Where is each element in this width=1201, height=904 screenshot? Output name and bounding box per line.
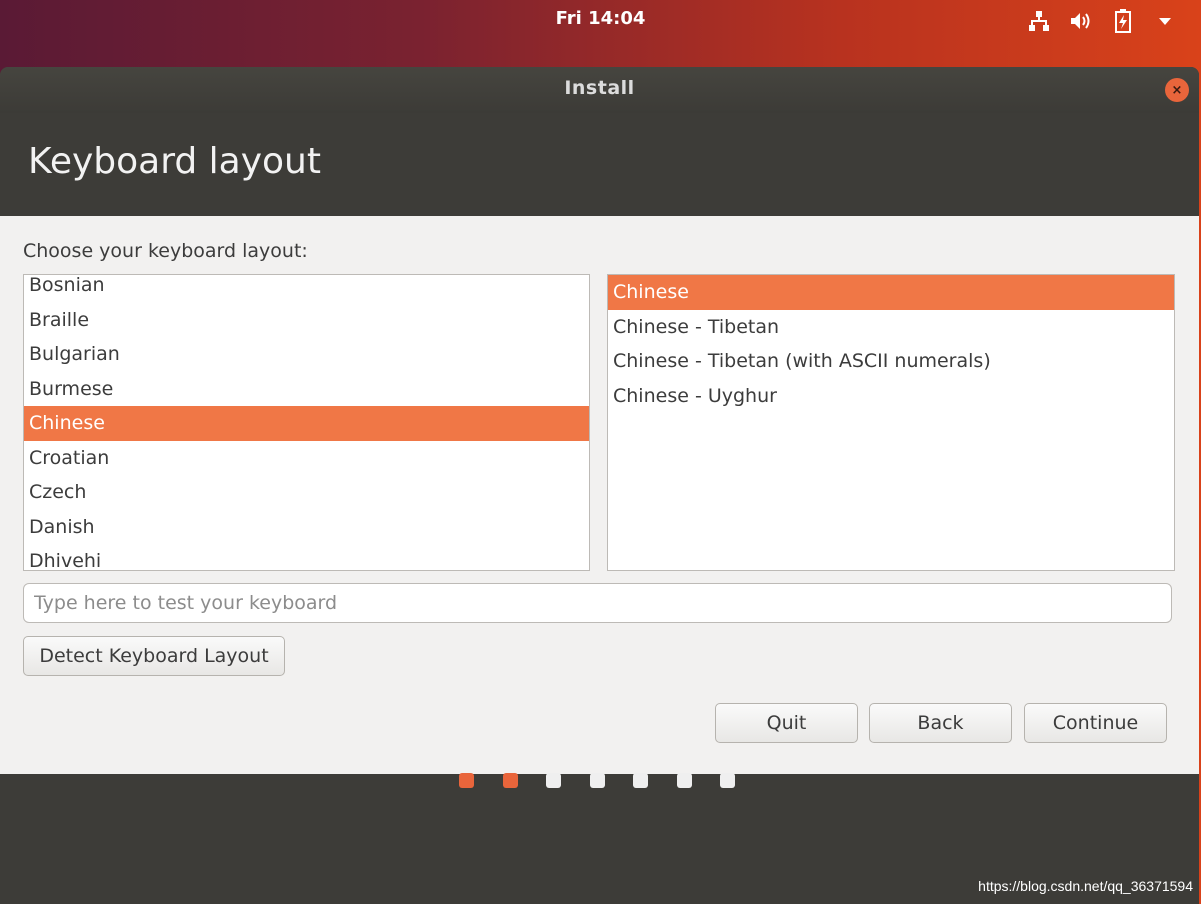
progress-indicator (0, 773, 1201, 789)
page-title: Keyboard layout (28, 141, 321, 182)
layout-list-item[interactable]: Danish (24, 510, 589, 545)
volume-icon[interactable] (1067, 8, 1095, 34)
layout-list[interactable]: Bosnian Braille Bulgarian Burmese Chinese Cro… (23, 274, 590, 571)
layout-list-item[interactable]: Burmese (24, 372, 589, 407)
battery-icon[interactable] (1109, 8, 1137, 34)
progress-dot (459, 773, 474, 788)
content-panel: Choose your keyboard layout: Bosnian Brai… (0, 216, 1199, 774)
layout-prompt-label: Choose your keyboard layout: (23, 240, 308, 262)
close-icon: × (1171, 82, 1183, 98)
variant-list-item[interactable]: Chinese - Uyghur (608, 379, 1174, 414)
progress-dot (589, 773, 605, 788)
variant-list-item[interactable]: Chinese - Tibetan (608, 310, 1174, 345)
layout-list-item[interactable]: Bulgarian (24, 337, 589, 372)
close-button[interactable]: × (1165, 78, 1189, 102)
network-icon[interactable] (1025, 8, 1053, 34)
system-tray[interactable] (1025, 8, 1179, 34)
clock[interactable]: Fri 14:04 (0, 8, 1201, 29)
variant-list[interactable]: Chinese Chinese - Tibetan Chinese - Tibeta… (607, 274, 1175, 571)
progress-dot (546, 773, 561, 788)
window-title: Install (564, 77, 635, 99)
layout-list-item[interactable]: Czech (24, 475, 589, 510)
layout-list-item[interactable]: Bosnian (24, 275, 589, 303)
top-panel: Fri 14:04 (0, 0, 1201, 42)
layout-list-item[interactable]: Dhivehi (24, 544, 589, 570)
continue-button[interactable]: Continue (1024, 703, 1167, 743)
variant-list-item[interactable]: Chinese (608, 275, 1174, 310)
layout-list-items: Bosnian Braille Bulgarian Burmese Chinese Cro… (24, 275, 589, 570)
variant-list-items: Chinese Chinese - Tibetan Chinese - Tibeta… (608, 275, 1174, 413)
back-button[interactable]: Back (869, 703, 1012, 743)
progress-dot (502, 773, 518, 788)
layout-list-item[interactable]: Braille (24, 303, 589, 338)
detect-keyboard-layout-button[interactable]: Detect Keyboard Layout (23, 636, 285, 676)
progress-dot (633, 773, 648, 788)
variant-list-item[interactable]: Chinese - Tibetan (with ASCII numerals) (608, 344, 1174, 379)
quit-button[interactable]: Quit (715, 703, 858, 743)
layout-list-item[interactable]: Chinese (24, 406, 589, 441)
layout-list-item[interactable]: Croatian (24, 441, 589, 476)
system-menu-arrow-icon[interactable] (1151, 8, 1179, 34)
progress-dot (720, 773, 735, 788)
watermark-text: https://blog.csdn.net/qq_36371594 (978, 878, 1193, 894)
window-titlebar[interactable]: Install × (0, 67, 1199, 113)
keyboard-test-input[interactable] (23, 583, 1172, 623)
progress-dot (676, 773, 692, 788)
